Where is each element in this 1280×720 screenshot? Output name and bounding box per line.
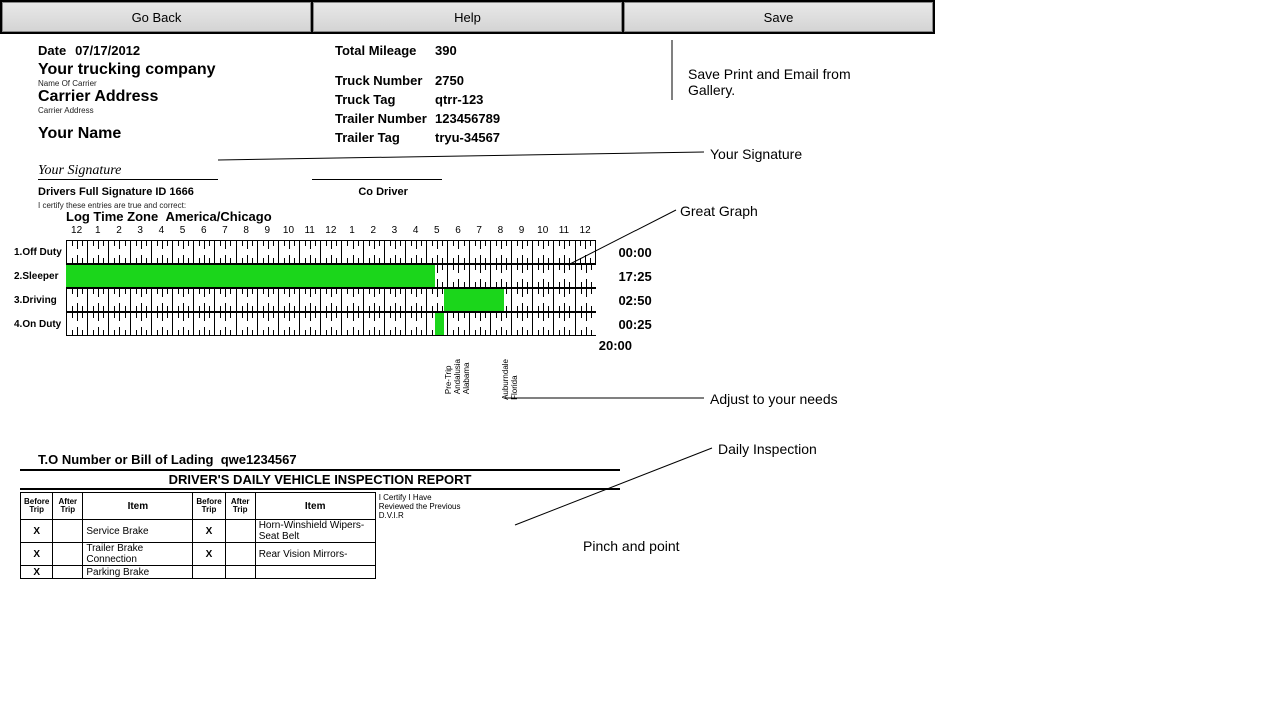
- callout-pinch: Pinch and point: [583, 538, 680, 554]
- dvir-row: XParking Brake: [21, 566, 466, 579]
- truck-tag-value: qtrr-123: [435, 92, 483, 107]
- status-row: 2.Sleeper17:25: [14, 264, 652, 288]
- location-1: Pre-Trip Andalusia Alabama: [444, 359, 471, 394]
- bol-row: T.O Number or Bill of Lading qwe1234567: [38, 452, 620, 470]
- log-page: Date 07/17/2012 Your trucking company Na…: [0, 34, 935, 54]
- location-2: Auburndale Florida: [501, 359, 519, 400]
- mileage-value: 390: [435, 43, 457, 58]
- mileage-label: Total Mileage: [335, 43, 435, 58]
- dvir-row: XService BrakeXHorn-Winshield Wipers-Sea…: [21, 520, 466, 543]
- codriver-label: Co Driver: [358, 186, 408, 198]
- callout-signature: Your Signature: [710, 146, 802, 162]
- truck-tag-label: Truck Tag: [335, 92, 435, 107]
- dvir-section: DRIVER'S DAILY VEHICLE INSPECTION REPORT…: [20, 469, 620, 579]
- toolbar: Go Back Help Save: [0, 0, 935, 34]
- signature-label: Drivers Full Signature ID 1666: [38, 186, 194, 198]
- signature: Your Signature: [38, 163, 218, 180]
- tz-label: Log Time Zone: [66, 209, 158, 224]
- graph-row-cells[interactable]: [66, 264, 596, 288]
- bol-value: qwe1234567: [221, 452, 297, 467]
- truck-num-label: Truck Number: [335, 73, 435, 88]
- codriver-line: [312, 161, 442, 180]
- hour-scale: 12123456789101112123456789101112: [66, 225, 652, 236]
- trailer-num-value: 123456789: [435, 111, 500, 126]
- hos-graph: Log Time Zone America/Chicago 1212345678…: [14, 209, 652, 353]
- trailer-tag-value: tryu-34567: [435, 130, 500, 145]
- graph-row-cells[interactable]: [66, 288, 596, 312]
- graph-row-cells[interactable]: [66, 240, 596, 264]
- tz-value: America/Chicago: [165, 209, 271, 224]
- callout-graph: Great Graph: [680, 203, 760, 219]
- status-row: 3.Driving02:50: [14, 288, 652, 312]
- dvir-cert: I Certify I Have Reviewed the Previous D…: [375, 493, 465, 520]
- date-value: 07/17/2012: [75, 43, 140, 58]
- dvir-row: XTrailer Brake ConnectionXRear Vision Mi…: [21, 543, 466, 566]
- date-label: Date: [38, 43, 66, 58]
- grand-total: 20:00: [14, 338, 632, 353]
- callout-adjust: Adjust to your needs: [710, 391, 838, 407]
- trailer-tag-label: Trailer Tag: [335, 130, 435, 145]
- status-row: 4.On Duty00:25: [14, 312, 652, 336]
- truck-num-value: 2750: [435, 73, 464, 88]
- dvir-title: DRIVER'S DAILY VEHICLE INSPECTION REPORT: [20, 469, 620, 490]
- bol-label: T.O Number or Bill of Lading: [38, 452, 214, 467]
- trailer-num-label: Trailer Number: [335, 111, 435, 126]
- save-button[interactable]: Save: [624, 2, 933, 32]
- graph-row-cells[interactable]: [66, 312, 596, 336]
- callout-save-print: Save Print and Email from Gallery.: [688, 66, 888, 98]
- status-row: 1.Off Duty00:00: [14, 240, 652, 264]
- go-back-button[interactable]: Go Back: [2, 2, 311, 32]
- dvir-table: BeforeTrip AfterTrip Item BeforeTrip Aft…: [20, 492, 466, 579]
- header-mid: Total Mileage390 Truck Number2750 Truck …: [335, 42, 500, 148]
- help-button[interactable]: Help: [313, 2, 622, 32]
- callout-inspection: Daily Inspection: [718, 441, 817, 457]
